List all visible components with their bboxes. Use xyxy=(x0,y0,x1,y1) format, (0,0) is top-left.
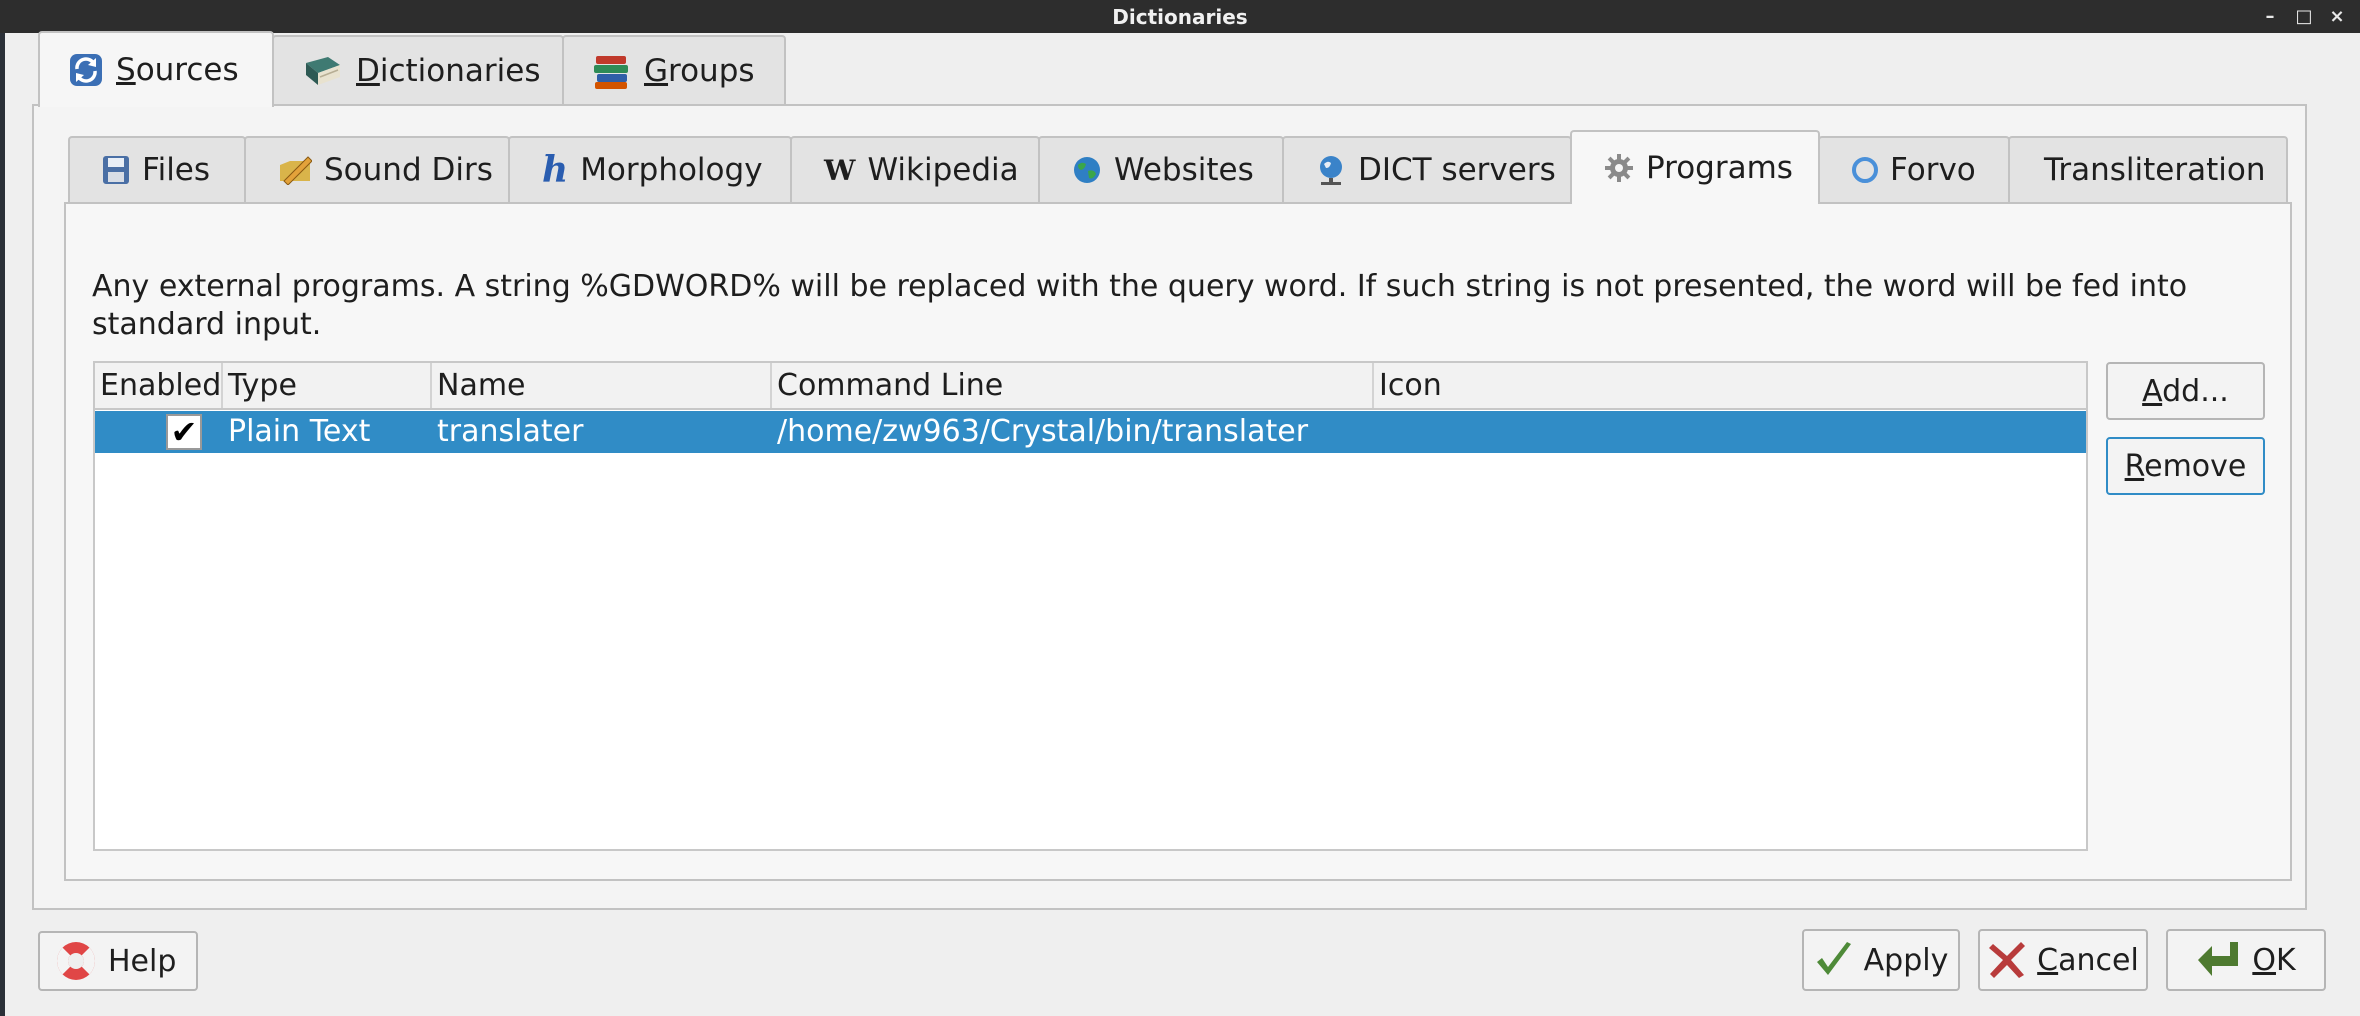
column-header-command-line[interactable]: Command Line xyxy=(772,363,1374,408)
column-header-type[interactable]: Type xyxy=(223,363,432,408)
row-name: translater xyxy=(437,414,584,449)
tab-groups-label: roups xyxy=(668,53,755,89)
help-button[interactable]: Help xyxy=(38,931,198,991)
tab-files[interactable]: Files xyxy=(68,136,246,202)
cross-icon xyxy=(1989,942,2026,978)
globe-icon xyxy=(1074,157,1100,183)
cancel-button[interactable]: Cancel xyxy=(1978,929,2148,991)
enabled-checkbox[interactable]: ✔ xyxy=(166,414,202,450)
window-title: Dictionaries xyxy=(1112,4,1248,29)
table-header: Enabled Type Name Command Line Icon xyxy=(95,363,2086,410)
column-header-icon[interactable]: Icon xyxy=(1374,363,2086,408)
tab-dictionaries-accel: D xyxy=(356,53,380,89)
tab-programs[interactable]: Programs xyxy=(1570,130,1820,204)
network-globe-icon xyxy=(1320,156,1342,185)
tab-sources-label: ources xyxy=(135,52,239,88)
add-button[interactable]: Add... xyxy=(2106,362,2265,420)
tab-dict-servers[interactable]: DICT servers xyxy=(1282,136,1572,202)
apply-button[interactable]: Apply xyxy=(1802,929,1960,991)
tab-morphology-label: Morphology xyxy=(580,152,763,188)
checkmark-icon xyxy=(1816,942,1851,975)
column-header-name[interactable]: Name xyxy=(432,363,772,408)
tab-dict-servers-label: DICT servers xyxy=(1358,152,1556,188)
tab-files-label: Files xyxy=(142,152,211,188)
tab-transliteration-label: Transliteration xyxy=(2044,152,2266,188)
tab-dictionaries-label: ictionaries xyxy=(379,53,541,89)
ok-button-accel: O xyxy=(2252,942,2276,978)
remove-button[interactable]: Remove xyxy=(2106,437,2265,495)
book-icon xyxy=(306,57,340,85)
tab-sources-accel: S xyxy=(116,52,136,88)
tab-sources[interactable]: Sources xyxy=(38,31,274,107)
books-stack-icon xyxy=(594,56,628,89)
tab-wikipedia[interactable]: W Wikipedia xyxy=(790,136,1040,202)
h-letter-icon: h xyxy=(542,149,569,191)
tab-forvo[interactable]: Forvo xyxy=(1818,136,2010,202)
wikipedia-icon: W xyxy=(824,153,856,187)
help-button-label: Help xyxy=(108,943,177,979)
pencil-folder-icon xyxy=(280,156,312,185)
programs-table[interactable]: Enabled Type Name Command Line Icon ✔ Pl… xyxy=(93,361,2088,851)
maximize-button[interactable]: □ xyxy=(2292,5,2316,29)
tab-transliteration[interactable]: Transliteration xyxy=(2008,136,2288,202)
row-command-line: /home/zw963/Crystal/bin/translater xyxy=(777,414,1309,449)
enter-arrow-icon xyxy=(2198,942,2239,976)
cancel-button-accel: C xyxy=(2037,942,2059,978)
tab-forvo-label: Forvo xyxy=(1890,152,1976,188)
gear-icon xyxy=(1605,154,1633,182)
close-button[interactable]: × xyxy=(2325,5,2349,29)
row-icon xyxy=(1374,411,2086,453)
tab-sound-dirs-label: Sound Dirs xyxy=(324,152,493,188)
tab-groups-accel: G xyxy=(644,53,669,89)
remove-button-accel: R xyxy=(2124,448,2145,484)
ok-button-label: K xyxy=(2275,942,2296,978)
tab-websites-label: Websites xyxy=(1114,152,1254,188)
tab-programs-label: Programs xyxy=(1646,150,1793,186)
forvo-icon xyxy=(1852,157,1878,183)
row-type: Plain Text xyxy=(228,414,371,449)
tab-groups[interactable]: Groups xyxy=(562,35,786,105)
tab-wikipedia-label: Wikipedia xyxy=(867,152,1019,188)
apply-button-label: Apply xyxy=(1863,942,1949,978)
remove-button-label: emove xyxy=(2144,448,2247,484)
floppy-icon xyxy=(103,156,129,184)
column-header-enabled[interactable]: Enabled xyxy=(95,363,223,408)
tab-sound-dirs[interactable]: Sound Dirs xyxy=(244,136,510,202)
table-row[interactable]: ✔ Plain Text translater /home/zw963/Crys… xyxy=(95,411,2086,453)
lifebuoy-icon xyxy=(57,942,95,980)
add-button-label: dd... xyxy=(2162,373,2229,409)
tab-morphology[interactable]: h Morphology xyxy=(508,136,792,202)
tab-dictionaries[interactable]: Dictionaries xyxy=(272,35,564,105)
cancel-button-label: ancel xyxy=(2058,942,2139,978)
add-button-accel: A xyxy=(2142,373,2163,409)
programs-description: Any external programs. A string %GDWORD%… xyxy=(92,269,2188,342)
tab-websites[interactable]: Websites xyxy=(1038,136,1284,202)
sync-icon xyxy=(70,54,102,86)
title-bar: Dictionaries – □ × xyxy=(0,0,2360,33)
minimize-button[interactable]: – xyxy=(2258,5,2282,29)
ok-button[interactable]: OK xyxy=(2166,929,2326,991)
